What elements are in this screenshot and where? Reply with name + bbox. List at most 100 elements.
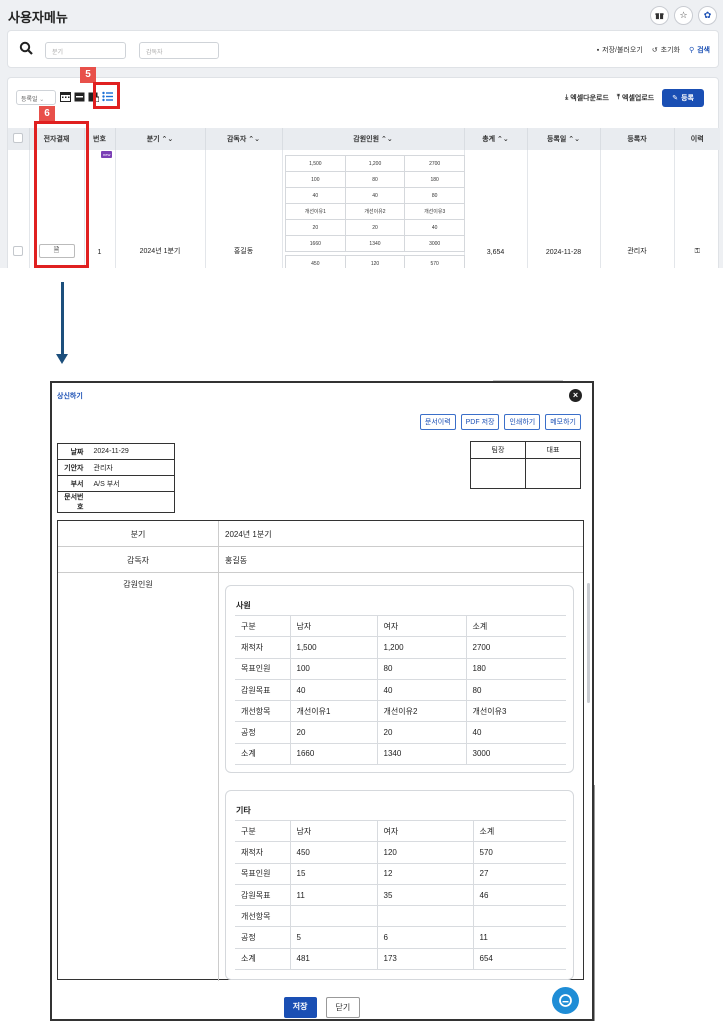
- sort-select[interactable]: 등록일 ⌄: [16, 90, 56, 105]
- close-icon[interactable]: ×: [569, 389, 582, 402]
- table-cell: 180: [465, 657, 566, 680]
- table-cell: 20: [376, 721, 466, 744]
- save-button[interactable]: 저장: [283, 997, 317, 1018]
- col-header-reduction[interactable]: 감원인원 ⌃⌄: [282, 128, 465, 150]
- modal-title: 상신하기: [57, 393, 83, 400]
- quarter-row: 분기 2024년 1분기: [58, 521, 583, 547]
- calendar-month-icon[interactable]: [60, 91, 71, 102]
- table-row: 소계 481 173 654: [235, 947, 566, 971]
- table-cell: 46: [472, 883, 566, 906]
- col-header-total[interactable]: 총계 ⌃⌄: [464, 128, 528, 150]
- memo-button[interactable]: 메모하기: [545, 414, 581, 430]
- search-button[interactable]: ⚲ 검색: [689, 45, 710, 55]
- sort-icon: ⌃⌄: [161, 136, 174, 143]
- row-registrant: 관리자: [600, 150, 675, 268]
- drafter-label: 기안자: [57, 459, 90, 476]
- table-header-cell: 남자: [289, 614, 377, 637]
- flow-arrow-line: [61, 282, 64, 355]
- approver-team-lead: 팀장: [470, 441, 526, 459]
- search-label: 검색: [697, 47, 710, 54]
- quarter-input[interactable]: 분기: [45, 42, 126, 59]
- table-cell: [376, 905, 473, 927]
- table-row: 개선항목 개선이유1 개선이유2 개선이유3: [235, 700, 566, 722]
- print-button[interactable]: 인쇄하기: [504, 414, 541, 430]
- grid-header-row: 전자결재 번호 분기 ⌃⌄ 감독자 ⌃⌄ 감원인원 ⌃⌄ 총계 ⌃⌄ 등록일 ⌃…: [8, 128, 720, 150]
- page-title: 사용자메뉴: [8, 10, 68, 25]
- row-total: 3,654: [464, 150, 528, 268]
- select-all-checkbox-cell[interactable]: [8, 128, 30, 150]
- table-cell: [289, 905, 377, 927]
- table-row: 450 120 570: [285, 255, 465, 268]
- doc-number-value: [89, 491, 175, 513]
- annotation-box-5: [93, 82, 120, 109]
- mini-cell: 40: [404, 219, 465, 236]
- key-icon[interactable]: ⚿: [695, 248, 700, 255]
- mini-cell: 180: [404, 171, 465, 188]
- mini-cell: 개선이유3: [404, 203, 465, 220]
- mini-cell: 40: [285, 187, 346, 204]
- table-header-cell: 남자: [289, 819, 377, 842]
- table-cell: 120: [376, 841, 473, 864]
- col-header-supervisor[interactable]: 감독자 ⌃⌄: [205, 128, 283, 150]
- supervisor-input[interactable]: 감독자: [139, 42, 219, 59]
- table-cell: 20: [289, 721, 377, 744]
- table-cell: 1,500: [289, 636, 377, 659]
- col-header-quarter-label: 분기: [146, 136, 160, 143]
- reset-button[interactable]: ↺ 초기화: [652, 45, 680, 55]
- sort-icon: ⌃⌄: [497, 136, 509, 143]
- history-cell: ⚿: [674, 150, 720, 268]
- quarter-label: 분기: [130, 530, 146, 539]
- gear-icon[interactable]: ✿: [698, 6, 717, 25]
- reduction-mini-tables: 1,500 1,200 2700 100 80 180 40 40 80 개선이유1 개선이유2 개선…: [285, 155, 465, 268]
- table-header-cell: 여자: [376, 819, 473, 842]
- mini-cell: 2700: [404, 155, 465, 172]
- pdf-save-button[interactable]: PDF 저장: [460, 414, 500, 430]
- table-cell: 개선항목: [235, 700, 290, 722]
- table-cell: 개선이유2: [376, 700, 466, 722]
- date-label: 날짜: [57, 443, 90, 460]
- annotation-box-6: [34, 121, 89, 268]
- table-row: 목표인원 15 12 27: [235, 862, 566, 885]
- table-cell: 1,200: [376, 636, 466, 659]
- mini-cell: 80: [344, 171, 406, 188]
- col-header-reg-date[interactable]: 등록일 ⌃⌄: [527, 128, 601, 150]
- gift-icon[interactable]: [650, 6, 669, 25]
- search-icon: ⚲: [688, 47, 695, 54]
- table-cell: 80: [376, 657, 466, 680]
- calendar-week-icon[interactable]: [74, 91, 85, 102]
- col-header-registrant: 등록자: [600, 128, 675, 150]
- undo-icon: ↺: [651, 47, 658, 54]
- excel-upload-button[interactable]: ⤒ 엑셀업로드: [617, 93, 654, 103]
- col-header-reg-date-label: 등록일: [546, 136, 567, 143]
- close-button[interactable]: 닫기: [325, 997, 361, 1018]
- table-cell: 15: [289, 862, 377, 885]
- table-row: 재적자 1,500 1,200 2700: [235, 636, 566, 659]
- table-cell: 40: [465, 721, 566, 744]
- register-button[interactable]: ✎ 등록: [662, 89, 704, 107]
- row-checkbox[interactable]: [8, 150, 30, 268]
- table-cell: 11: [472, 926, 566, 949]
- table-cell: 570: [472, 841, 566, 864]
- table-row: 목표인원 100 80 180: [235, 657, 566, 680]
- excel-download-button[interactable]: ⤓ 엑셀다운로드: [565, 93, 609, 103]
- chat-icon[interactable]: [552, 987, 579, 1014]
- table-cell: 80: [465, 678, 566, 701]
- table-cell: 개선항목: [235, 905, 290, 927]
- supervisor-row: 감독자 홍길동: [58, 547, 583, 573]
- supervisor-label: 감독자: [126, 556, 150, 565]
- disk-icon: ▪: [596, 46, 600, 54]
- table-row: 1660 1340 3000: [285, 235, 465, 252]
- save-load-button[interactable]: ▪ 저장/불러오기: [597, 45, 643, 55]
- supervisor-value: 홍길동: [225, 556, 248, 565]
- doc-history-button[interactable]: 문서이력: [419, 414, 456, 430]
- table-row: 공정 5 6 11: [235, 926, 566, 949]
- table-header-cell: 소계: [465, 614, 566, 637]
- scrollbar-thumb[interactable]: [587, 583, 590, 703]
- table-cell: 재적자: [235, 841, 290, 864]
- document-body: 분기 2024년 1분기 감독자 홍길동 감원인원 사원 구분 남자 여자 소계 재적자…: [57, 520, 584, 981]
- star-icon[interactable]: ☆: [674, 6, 693, 25]
- col-header-quarter[interactable]: 분기 ⌃⌄: [115, 128, 206, 150]
- table-header-cell: 소계: [472, 819, 566, 842]
- table-row: 감원목표 40 40 80: [235, 678, 566, 701]
- mini-cell: 570: [404, 255, 465, 268]
